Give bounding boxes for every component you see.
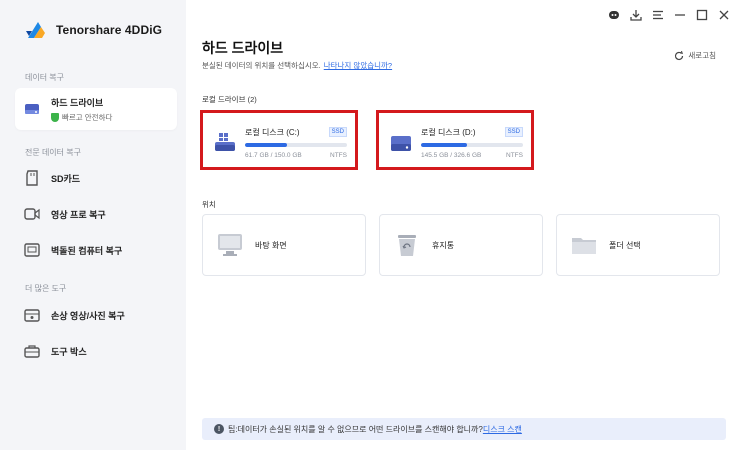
sidebar-item-hard-drive[interactable]: 하드 드라이브 빠르고 안전하다 (15, 88, 177, 130)
refresh-icon (675, 50, 684, 60)
sidebar-item-label: 벽돌된 컴퓨터 복구 (51, 245, 123, 256)
tip-bar: ! 팁: 데이터가 손실된 위치를 알 수 없으므로 어떤 드라이브를 스캔해야… (202, 418, 726, 440)
sidebar-item-label: 손상 영상/사진 복구 (51, 310, 125, 321)
sidebar-item-label: 도구 박스 (51, 346, 87, 357)
repair-icon (23, 306, 41, 324)
drive-card-d[interactable]: 로컬 디스크 (D:) SSD 145.5 GB / 326.6 GB NTFS (376, 110, 534, 170)
drive-usage-bar (421, 143, 523, 147)
folder-icon (571, 233, 597, 257)
drive-usage-bar (245, 143, 347, 147)
drive-card-c[interactable]: 로컬 디스크 (C:) SSD 61.7 GB / 150.0 GB NTFS (200, 110, 358, 170)
video-icon (23, 205, 41, 223)
location-recycle-bin[interactable]: 휴지통 (379, 214, 543, 276)
shield-icon (51, 112, 59, 122)
location-select-folder[interactable]: 폴더 선택 (556, 214, 720, 276)
location-label: 폴더 선택 (609, 240, 641, 250)
menu-icon[interactable] (651, 8, 665, 22)
section-label-more-tools: 더 많은 도구 (25, 284, 67, 293)
minimize-icon[interactable] (673, 8, 687, 22)
feedback-icon[interactable] (607, 8, 621, 22)
sidebar-item-sd-card[interactable]: SD카드 (15, 158, 177, 198)
drive-name: 로컬 디스크 (C:) (245, 128, 300, 137)
subtitle-text: 분실된 데이터의 위치를 선택하십시오. (202, 61, 321, 70)
page-title: 하드 드라이브 (202, 40, 284, 56)
not-shown-link[interactable]: 나타나지 않았습니까? (324, 61, 392, 70)
location-desktop[interactable]: 바탕 화면 (202, 214, 366, 276)
logo-icon (24, 18, 48, 42)
local-drives-title: 로컬 드라이브 (2) (202, 95, 257, 104)
page-subtitle: 분실된 데이터의 위치를 선택하십시오. 나타나지 않았습니까? (202, 60, 392, 71)
refresh-button[interactable]: 새로고침 (674, 50, 716, 61)
location-label: 휴지통 (432, 240, 455, 250)
drive-filesystem: NTFS (330, 152, 347, 159)
sidebar-item-label: 영상 프로 복구 (51, 209, 106, 220)
sidebar-item-label: SD카드 (51, 173, 81, 184)
drive-usage-fill (245, 143, 287, 147)
close-icon[interactable] (717, 8, 731, 22)
section-label-data-recovery: 데이터 복구 (25, 73, 65, 82)
drive-size: 61.7 GB / 150.0 GB (245, 152, 302, 159)
window-controls (607, 8, 731, 22)
toolbox-icon (23, 342, 41, 360)
drive-size: 145.5 GB / 326.6 GB (421, 152, 482, 159)
tip-prefix: 팁: (228, 424, 238, 434)
drive-filesystem: NTFS (506, 152, 523, 159)
location-label: 바탕 화면 (255, 240, 287, 250)
refresh-label: 새로고침 (688, 51, 716, 60)
sidebar-item-crashed-computer[interactable]: 벽돌된 컴퓨터 복구 (15, 230, 177, 270)
maximize-icon[interactable] (695, 8, 709, 22)
sidebar-item-sublabel: 빠르고 안전하다 (62, 112, 113, 122)
app-name: Tenorshare 4DDiG (56, 23, 163, 37)
sidebar: Tenorshare 4DDiG 데이터 복구 하드 드라이브 빠르고 안전하다… (0, 0, 186, 450)
drive-name: 로컬 디스크 (D:) (421, 128, 476, 137)
tip-text: 데이터가 손실된 위치를 알 수 없으므로 어떤 드라이브를 스캔해야 합니까? (237, 424, 483, 434)
windows-drive-icon (214, 130, 236, 154)
hard-drive-icon (23, 100, 41, 118)
location-title: 위치 (202, 200, 216, 209)
desktop-icon (217, 233, 243, 257)
download-icon[interactable] (629, 8, 643, 22)
info-icon: ! (214, 424, 224, 434)
sidebar-item-video-recovery[interactable]: 영상 프로 복구 (15, 194, 177, 234)
sidebar-item-sub: 빠르고 안전하다 (51, 112, 112, 123)
drive-usage-fill (421, 143, 467, 147)
recycle-bin-icon (394, 233, 420, 257)
disk-scan-link[interactable]: 디스크 스캔 (483, 424, 522, 435)
section-label-pro-recovery: 전문 데이터 복구 (25, 148, 81, 157)
main-panel: 하드 드라이브 분실된 데이터의 위치를 선택하십시오. 나타나지 않았습니까? … (186, 0, 739, 450)
sidebar-item-label: 하드 드라이브 (51, 97, 104, 108)
app-logo: Tenorshare 4DDiG (24, 18, 162, 42)
ssd-badge: SSD (328, 127, 347, 137)
computer-icon (23, 241, 41, 259)
sd-card-icon (23, 169, 41, 187)
drive-icon (390, 130, 412, 154)
sidebar-item-repair[interactable]: 손상 영상/사진 복구 (15, 295, 177, 335)
sidebar-item-toolbox[interactable]: 도구 박스 (15, 331, 177, 371)
ssd-badge: SSD (504, 127, 523, 137)
